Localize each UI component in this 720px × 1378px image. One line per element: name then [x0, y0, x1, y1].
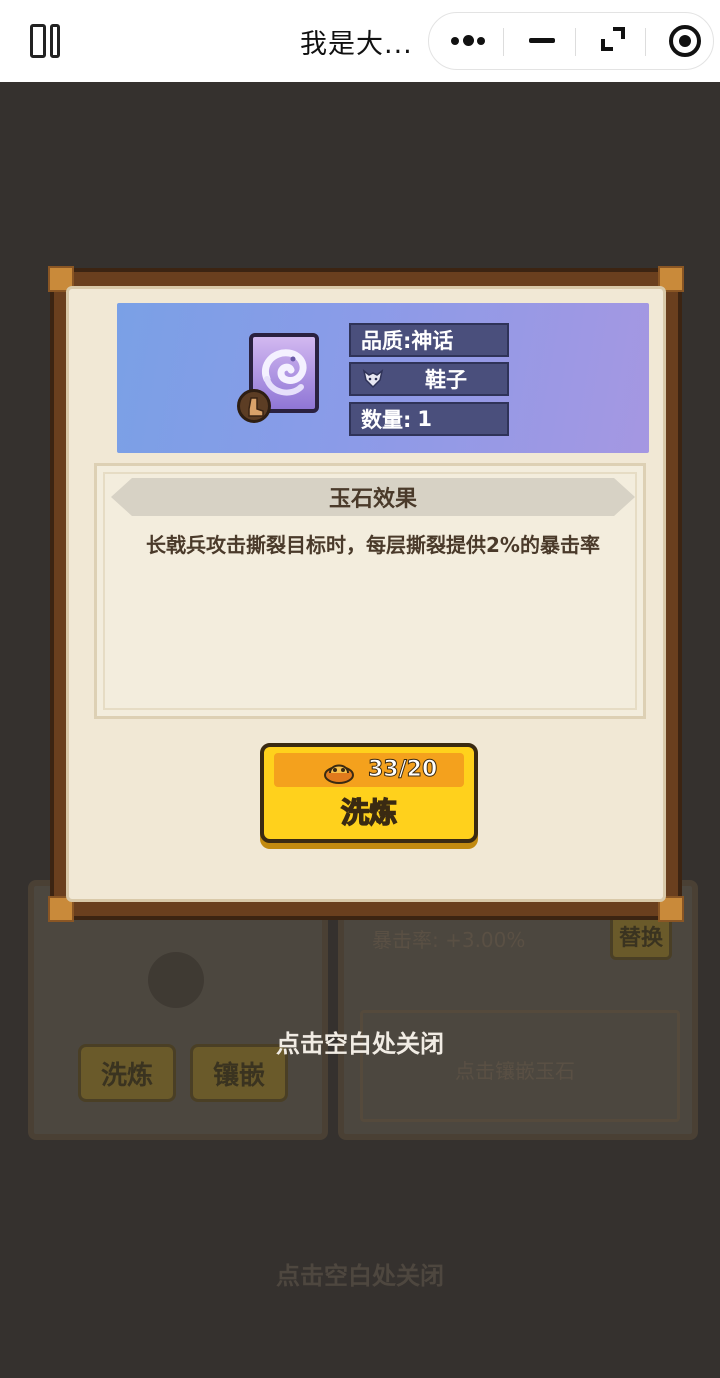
- quality-value: 神话: [411, 329, 454, 353]
- restore-icon: [601, 27, 625, 51]
- boot-slot-badge: [237, 389, 271, 423]
- refine-button[interactable]: 33/20 洗炼: [260, 743, 478, 843]
- bg-jade-hint: 点击镶嵌玉石: [455, 1059, 575, 1083]
- close-target-icon: [669, 25, 701, 57]
- close-hint[interactable]: 点击空白处关闭: [0, 1024, 720, 1059]
- close-program-button[interactable]: [647, 13, 717, 69]
- quality-row: 品质: 神话: [349, 323, 509, 357]
- bg-tools-icon: [148, 952, 204, 1008]
- jade-effect-panel: 玉石效果 长戟兵攻击撕裂目标时，每层撕裂提供2%的暴击率: [94, 463, 646, 719]
- bg-close-hint: 点击空白处关闭: [276, 1262, 444, 1290]
- mini-program-title-bar: 我是大...: [0, 0, 720, 82]
- minimize-icon: [529, 38, 555, 43]
- quantity-value: 1: [417, 407, 433, 431]
- effect-description: 长戟兵攻击撕裂目标时，每层撕裂提供2%的暴击率: [146, 533, 600, 557]
- slot-name: 鞋子: [425, 368, 467, 392]
- quality-label: 品质:: [361, 329, 412, 353]
- app-title: 我是大...: [300, 29, 413, 60]
- restore-button[interactable]: [577, 13, 647, 69]
- minimize-button[interactable]: [505, 13, 575, 69]
- quantity-label: 数量:: [361, 408, 412, 432]
- capsule-menu: [428, 12, 714, 70]
- refine-cost: 33/20: [274, 753, 464, 787]
- refine-stone-icon: [324, 764, 354, 784]
- more-icon: [451, 35, 485, 46]
- boot-icon: [248, 397, 264, 417]
- more-button[interactable]: [429, 13, 499, 69]
- bg-crit-stat: 暴击率: +3.00%: [372, 928, 526, 952]
- jade-detail-modal: 品质: 神话 鞋子 数量: 1 玉石效果 长戟兵攻击撕裂目标时，每层撕裂提供2%…: [48, 266, 684, 922]
- refine-button-label: 洗炼: [340, 795, 398, 830]
- effect-title: 玉石效果: [111, 478, 635, 516]
- refine-cost-text: 33/20: [367, 757, 438, 783]
- sidebar-icon[interactable]: [30, 24, 60, 58]
- slot-row: 鞋子: [349, 362, 509, 396]
- modal-parchment: 品质: 神话 鞋子 数量: 1 玉石效果 长戟兵攻击撕裂目标时，每层撕裂提供2%…: [66, 286, 666, 902]
- wolf-icon: [362, 369, 384, 389]
- quantity-row: 数量: 1: [349, 402, 509, 436]
